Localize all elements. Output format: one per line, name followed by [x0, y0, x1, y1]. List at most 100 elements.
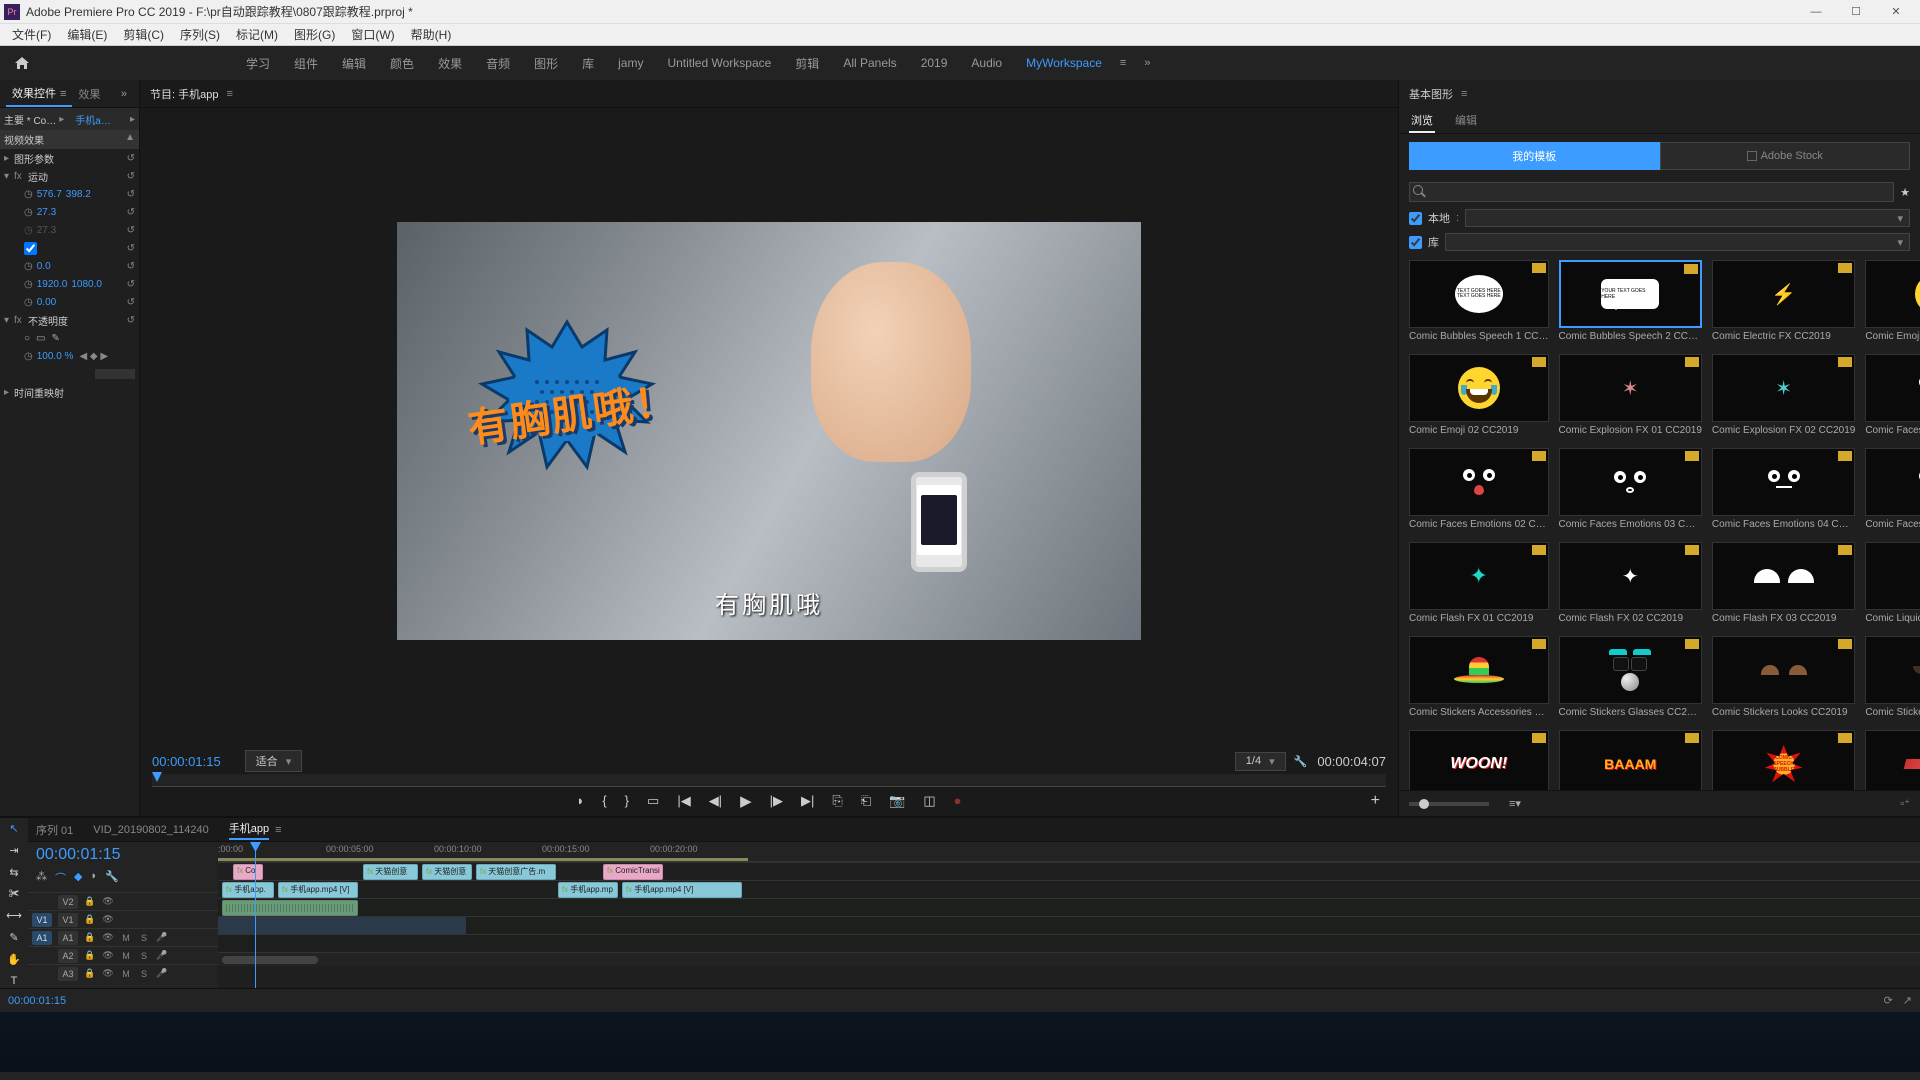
solo-icon[interactable]: S	[138, 951, 150, 961]
track-header[interactable]: V2🔒👁	[28, 892, 218, 910]
lock-icon[interactable]: 🔒	[84, 896, 96, 907]
stopwatch-icon[interactable]: ◷	[24, 261, 33, 272]
template-item[interactable]: Comic Flash FX 03 CC2019	[1712, 542, 1855, 624]
toggle-output-icon[interactable]: 👁	[102, 950, 114, 961]
comparison-view-icon[interactable]: ◫	[923, 793, 935, 809]
template-item[interactable]: Comic Faces Emotions 04 C…	[1712, 448, 1855, 530]
eg-tab-browse[interactable]: 浏览	[1409, 108, 1435, 133]
toggle-output-icon[interactable]: 👁	[102, 968, 114, 979]
template-item[interactable]: Comic Emoji 02 CC2019	[1409, 354, 1549, 436]
workspace-menu-icon[interactable]: ≡	[1120, 57, 1126, 69]
tab-effect-controls[interactable]: 效果控件≡	[6, 81, 72, 107]
anchor-x[interactable]: 1920.0	[37, 279, 68, 290]
extract-button[interactable]: ⎗	[861, 793, 871, 809]
template-item[interactable]: Comic Stickers Glasses CC2…	[1559, 636, 1702, 718]
uniform-scale-checkbox[interactable]	[24, 242, 37, 255]
workspace-tab[interactable]: 颜色	[390, 55, 414, 72]
workspace-tab[interactable]: 剪辑	[795, 55, 819, 72]
stopwatch-icon[interactable]: ◷	[24, 189, 33, 200]
status-icon-2[interactable]: ↗	[1903, 994, 1912, 1007]
reset-icon[interactable]: ↺	[127, 171, 135, 182]
ec-graphic-params[interactable]: 图形参数	[14, 151, 127, 166]
template-item[interactable]: COMICSPEECHBUBBLEComic Title Pack 03 CC2…	[1712, 730, 1855, 790]
eg-local-dropdown[interactable]: ▾	[1465, 209, 1910, 227]
reset-icon[interactable]: ↺	[127, 279, 135, 290]
menu-item[interactable]: 帮助(H)	[403, 24, 460, 45]
template-item[interactable]: YOUR TEXT GOES HEREComic Bubbles Speech …	[1559, 260, 1702, 342]
tl-snap-icon[interactable]: ⁂	[36, 870, 47, 886]
program-scrub-bar[interactable]	[152, 774, 1386, 787]
template-item[interactable]: ✦Comic Flash FX 01 CC2019	[1409, 542, 1549, 624]
voice-icon[interactable]: 🎤	[156, 968, 168, 979]
reset-icon[interactable]: ↺	[127, 315, 135, 326]
workspace-tab[interactable]: 音频	[486, 55, 510, 72]
minimize-button[interactable]: —	[1796, 1, 1836, 23]
step-back-icon[interactable]: ◀|	[709, 793, 722, 809]
workspace-tab[interactable]: 库	[582, 55, 594, 72]
rotation[interactable]: 0.0	[37, 261, 51, 272]
solo-icon[interactable]: S	[138, 969, 150, 979]
go-to-out-icon[interactable]: ▶|	[801, 793, 814, 809]
ec-play-icon[interactable]: ▸	[130, 114, 135, 125]
template-item[interactable]: ✶Comic Explosion FX 01 CC2019	[1559, 354, 1702, 436]
timeline-h-scrollbar[interactable]	[218, 952, 1920, 966]
ec-time-remap[interactable]: 时间重映射	[14, 385, 135, 400]
button-editor-icon[interactable]: +	[1371, 792, 1380, 810]
timeline-ruler[interactable]: :00:0000:00:05:0000:00:10:0000:00:15:000…	[218, 842, 1920, 862]
workspace-tab[interactable]: All Panels	[843, 56, 896, 70]
mute-icon[interactable]: M	[120, 933, 132, 943]
menu-item[interactable]: 标记(M)	[228, 24, 286, 45]
template-item[interactable]: Comic Emoji 01 CC2019	[1865, 260, 1920, 342]
lock-icon[interactable]: 🔒	[84, 950, 96, 961]
track-header[interactable]: A2🔒👁MS🎤	[28, 946, 218, 964]
lock-icon[interactable]: 🔒	[84, 932, 96, 943]
workspace-tab[interactable]: Audio	[971, 56, 1002, 70]
track-a2[interactable]	[218, 916, 1920, 934]
panel-overflow-icon[interactable]: »	[115, 84, 133, 104]
voice-icon[interactable]: 🎤	[156, 932, 168, 943]
template-item[interactable]: WOON!Comic Title Pack 01 CC2019	[1409, 730, 1549, 790]
program-timecode-left[interactable]: 00:00:01:15	[152, 754, 221, 769]
mark-out-button[interactable]: }	[625, 793, 629, 808]
workspace-tab[interactable]: 组件	[294, 55, 318, 72]
template-item[interactable]: ✶Comic Explosion FX 02 CC2019	[1712, 354, 1855, 436]
reset-icon[interactable]: ↺	[127, 225, 135, 236]
workspace-tab[interactable]: 图形	[534, 55, 558, 72]
lift-button[interactable]: ⎘	[832, 793, 842, 809]
timeline-clip[interactable]: fx手机app.mp4 [V]	[278, 882, 358, 898]
track-header[interactable]: A1A1🔒👁MS🎤	[28, 928, 218, 946]
favorites-star-icon[interactable]: ★	[1900, 186, 1910, 199]
track-a1[interactable]: fxfxfx	[218, 898, 1920, 916]
timeline-tracks-area[interactable]: :00:0000:00:05:0000:00:10:0000:00:15:000…	[218, 842, 1920, 988]
eg-library-checkbox[interactable]	[1409, 236, 1422, 249]
go-to-in-icon[interactable]: |◀	[677, 793, 690, 809]
reset-icon[interactable]: ↺	[127, 261, 135, 272]
timeline-clip[interactable]: fx手机app.mp4 [V]	[622, 882, 742, 898]
track-header[interactable]: V1V1🔒👁	[28, 910, 218, 928]
zoom-fit-dropdown[interactable]: 适合▾	[245, 750, 303, 772]
step-forward-icon[interactable]: |▶	[770, 793, 783, 809]
template-item[interactable]: Comic Faces Emotions 03 C…	[1559, 448, 1702, 530]
twirl-icon[interactable]: ▾	[4, 315, 14, 326]
template-item[interactable]: Comic Faces Emotions 02 C…	[1409, 448, 1549, 530]
maximize-button[interactable]: ☐	[1836, 1, 1876, 23]
ripple-edit-tool[interactable]: ⇆	[5, 866, 23, 880]
play-button[interactable]: ▶	[740, 792, 752, 810]
template-item[interactable]: Comic Liquid FX CC2019	[1865, 542, 1920, 624]
eg-tab-edit[interactable]: 编辑	[1453, 108, 1479, 133]
lock-icon[interactable]: 🔒	[84, 968, 96, 979]
template-item[interactable]: Comic Faces Emotions 01 C…	[1865, 354, 1920, 436]
panel-menu-icon[interactable]: ≡	[1461, 88, 1467, 100]
stopwatch-icon[interactable]: ◷	[24, 351, 33, 362]
status-icon-1[interactable]: ⟳	[1884, 994, 1893, 1007]
template-item[interactable]: BAAAMComic Title Pack 02 CC2019	[1559, 730, 1702, 790]
position-y[interactable]: 398.2	[66, 189, 91, 200]
workspace-tab[interactable]: MyWorkspace	[1026, 56, 1102, 70]
tl-link-icon[interactable]: ⌒	[55, 870, 66, 886]
panel-menu-icon[interactable]: ≡	[226, 88, 232, 100]
timeline-clip[interactable]: fx手机app.mp	[558, 882, 618, 898]
workspace-overflow-icon[interactable]: »	[1144, 57, 1150, 69]
anchor-y[interactable]: 1080.0	[71, 279, 102, 290]
template-item[interactable]: ⚡Comic Electric FX CC2019	[1712, 260, 1855, 342]
solo-icon[interactable]: S	[138, 933, 150, 943]
